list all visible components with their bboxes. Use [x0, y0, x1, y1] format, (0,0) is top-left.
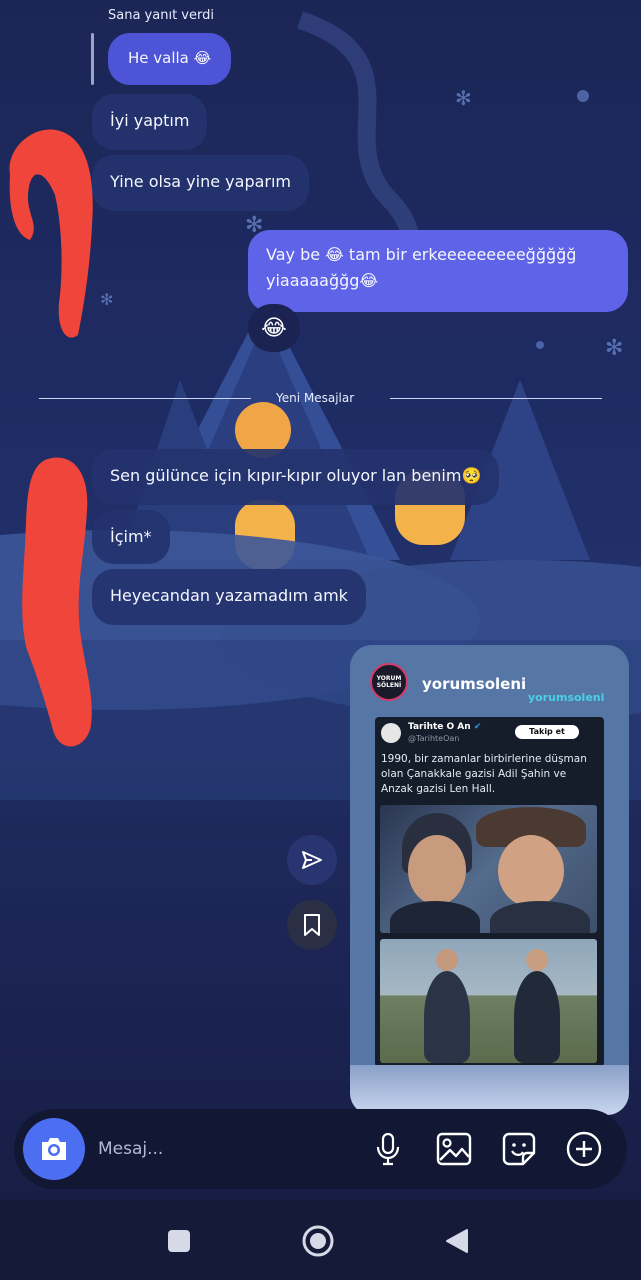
post-footer [350, 1065, 629, 1115]
home-button[interactable] [301, 1224, 335, 1258]
message-bubble[interactable]: Yine olsa yine yaparım [92, 155, 310, 211]
message-composer [14, 1109, 627, 1189]
red-scribble-top [9, 129, 93, 338]
my-message-bubble[interactable]: Vay be 😂 tam bir erkeeeeeeeeeğğğğğ yiaaa… [248, 230, 628, 312]
red-scribble-bottom [22, 457, 92, 747]
my-message-line: yiaaaaağğg😂 [266, 271, 379, 290]
reply-quote-bar [91, 33, 94, 85]
message-bubble[interactable]: İyi yaptım [92, 94, 208, 150]
reply-header: Sana yanıt verdi [108, 8, 214, 23]
image-icon [436, 1132, 472, 1166]
svg-text:✻: ✻ [70, 512, 85, 533]
reaction-emoji: 😂 [261, 315, 287, 341]
system-navigation-bar [0, 1200, 641, 1280]
microphone-icon [376, 1132, 400, 1166]
reaction-badge[interactable]: 😂 [248, 304, 300, 352]
divider-line-left [39, 398, 251, 399]
tweet-handle: @TarihteOan [408, 734, 460, 743]
post-username[interactable]: yorumsoleni [422, 675, 526, 693]
sticker-button[interactable] [499, 1129, 539, 1169]
square-icon [168, 1230, 190, 1252]
back-button[interactable] [440, 1224, 474, 1258]
message-input[interactable] [98, 1133, 348, 1165]
gallery-button[interactable] [434, 1129, 474, 1169]
camera-button[interactable] [23, 1118, 85, 1180]
tweet-author-name: Tarihte O An ✔ [408, 722, 481, 732]
voice-message-button[interactable] [368, 1129, 408, 1169]
message-bubble[interactable]: İçim* [92, 510, 170, 564]
replied-message-bubble[interactable]: He valla 😂 [108, 33, 232, 85]
save-post-button[interactable] [287, 900, 337, 950]
tweet-avatar [381, 723, 401, 743]
message-bubble[interactable]: Sen gülünce için kıpır-kıpır oluyor lan … [92, 449, 500, 505]
tweet-screenshot: Tarihte O An ✔ @TarihteOan Takip et 1990… [375, 717, 604, 1067]
tweet-text: 1990, bir zamanlar birbirlerine düşman o… [381, 753, 587, 795]
share-post-button[interactable] [287, 835, 337, 885]
tweet-photo-handshake [380, 939, 597, 1063]
message-bubble[interactable]: Heyecandan yazamadım amk [92, 569, 366, 625]
divider-line-right [390, 398, 602, 399]
svg-text:✻: ✻ [100, 290, 113, 309]
tweet-photo-closeup [380, 805, 597, 933]
tweet-follow-button: Takip et [515, 725, 579, 739]
my-message-line: Vay be 😂 tam bir erkeeeeeeeeeğğğğğ [266, 245, 577, 264]
camera-icon [42, 1138, 66, 1160]
svg-text:✻: ✻ [605, 336, 623, 361]
avatar-logo-text: YORUM SÖLENİ [376, 675, 402, 689]
verified-icon: ✔ [473, 722, 482, 732]
post-watermark: yorumsoleni [528, 691, 605, 704]
sticker-icon [502, 1132, 536, 1166]
svg-text:✻: ✻ [455, 86, 472, 110]
post-author-avatar[interactable]: YORUM SÖLENİ [370, 663, 408, 701]
more-options-button[interactable] [564, 1129, 604, 1169]
send-icon [302, 851, 322, 869]
tweet-author-name-text: Tarihte O An [408, 722, 471, 732]
recent-apps-button[interactable] [162, 1224, 196, 1258]
bookmark-icon [304, 914, 320, 936]
shared-post-card[interactable]: YORUM SÖLENİ yorumsoleni yorumsoleni Tar… [350, 645, 629, 1115]
circle-icon [302, 1225, 334, 1257]
back-triangle-icon [446, 1229, 468, 1253]
plus-circle-icon [566, 1131, 602, 1167]
new-messages-label: Yeni Mesajlar [276, 391, 355, 405]
